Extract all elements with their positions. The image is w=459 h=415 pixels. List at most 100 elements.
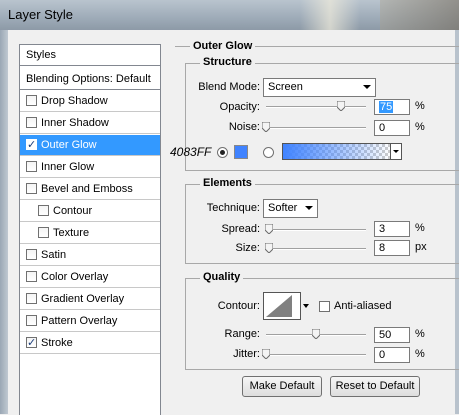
opacity-label: Opacity: bbox=[219, 101, 260, 113]
opacity-slider-track[interactable] bbox=[266, 106, 366, 108]
style-item-label: Satin bbox=[41, 249, 67, 261]
blend-mode-select[interactable]: Screen bbox=[263, 78, 376, 97]
size-input[interactable]: 8 bbox=[374, 240, 410, 256]
inner-glow-checkbox[interactable] bbox=[26, 161, 37, 172]
size-value: 8 bbox=[379, 242, 386, 254]
style-item-contour[interactable]: Contour bbox=[20, 201, 160, 222]
noise-value: 0 bbox=[379, 122, 386, 134]
title-bar-background bbox=[300, 0, 360, 30]
style-item-label: Bevel and Emboss bbox=[41, 183, 133, 195]
anti-aliased-label: Anti-aliased bbox=[334, 300, 392, 312]
contour-checkbox[interactable] bbox=[38, 205, 49, 216]
style-item-label: Drop Shadow bbox=[41, 95, 108, 107]
inner-shadow-checkbox[interactable] bbox=[26, 117, 37, 128]
jitter-unit: % bbox=[415, 348, 425, 360]
contour-label: Contour: bbox=[217, 300, 260, 312]
range-unit: % bbox=[415, 328, 425, 340]
style-item-inner-shadow[interactable]: Inner Shadow bbox=[20, 113, 160, 134]
title-bar-background-right bbox=[380, 0, 459, 30]
noise-input[interactable]: 0 bbox=[374, 120, 410, 136]
styles-header[interactable]: Styles bbox=[20, 45, 160, 66]
solid-color-radio[interactable] bbox=[217, 147, 228, 158]
spread-slider-track[interactable] bbox=[266, 229, 366, 231]
spread-label: Spread: bbox=[221, 223, 260, 235]
style-item-label: Stroke bbox=[41, 337, 73, 349]
drop-shadow-checkbox[interactable] bbox=[26, 95, 37, 106]
style-item-label: Texture bbox=[53, 227, 90, 239]
opacity-input[interactable]: 75 bbox=[374, 99, 410, 115]
style-item-bevel-and-emboss[interactable]: Bevel and Emboss bbox=[20, 179, 160, 200]
texture-checkbox[interactable] bbox=[38, 227, 49, 238]
style-item-label: Gradient Overlay bbox=[41, 293, 125, 305]
spread-slider-thumb[interactable] bbox=[265, 224, 273, 234]
styles-list: Styles Blending Options: Default Drop Sh… bbox=[19, 44, 161, 415]
quality-title: Quality bbox=[200, 271, 244, 283]
style-item-stroke[interactable]: Stroke bbox=[20, 333, 160, 354]
jitter-input[interactable]: 0 bbox=[374, 347, 410, 363]
chevron-down-icon bbox=[305, 206, 313, 210]
window-border-left bbox=[0, 30, 8, 414]
outer-glow-checkbox[interactable] bbox=[26, 135, 37, 155]
jitter-slider-thumb[interactable] bbox=[262, 349, 270, 359]
color-overlay-checkbox[interactable] bbox=[26, 271, 37, 282]
style-item-color-overlay[interactable]: Color Overlay bbox=[20, 267, 160, 288]
technique-label: Technique: bbox=[206, 202, 260, 214]
anti-aliased-checkbox[interactable] bbox=[319, 301, 330, 312]
reset-to-default-button[interactable]: Reset to Default bbox=[330, 376, 420, 397]
elements-title: Elements bbox=[200, 177, 255, 189]
blend-mode-label: Blend Mode: bbox=[198, 81, 260, 93]
range-value: 50 bbox=[379, 329, 392, 341]
range-label: Range: bbox=[224, 328, 260, 340]
size-label: Size: bbox=[235, 242, 260, 254]
jitter-label: Jitter: bbox=[233, 348, 260, 360]
size-slider-track[interactable] bbox=[266, 248, 366, 250]
style-item-label: Contour bbox=[53, 205, 93, 217]
glow-color-swatch[interactable] bbox=[234, 145, 248, 159]
opacity-value: 75 bbox=[379, 101, 394, 113]
spread-value: 3 bbox=[379, 223, 386, 235]
stroke-checkbox[interactable] bbox=[26, 333, 37, 353]
style-item-satin[interactable]: Satin bbox=[20, 245, 160, 266]
size-unit: px bbox=[415, 241, 427, 253]
chevron-down-icon bbox=[363, 85, 371, 89]
contour-picker[interactable] bbox=[263, 292, 301, 320]
style-item-inner-glow[interactable]: Inner Glow bbox=[20, 157, 160, 178]
blending-options-item[interactable]: Blending Options: Default bbox=[20, 69, 160, 90]
style-item-label: Pattern Overlay bbox=[41, 315, 118, 327]
opacity-unit: % bbox=[415, 100, 425, 112]
noise-slider-track[interactable] bbox=[266, 127, 366, 129]
contour-dropdown-arrow-icon[interactable] bbox=[303, 304, 309, 308]
gradient-radio[interactable] bbox=[263, 147, 274, 158]
noise-label: Noise: bbox=[228, 121, 260, 133]
technique-select[interactable]: Softer bbox=[263, 199, 318, 218]
opacity-slider-thumb[interactable] bbox=[337, 101, 345, 111]
range-input[interactable]: 50 bbox=[374, 327, 410, 343]
color-hex-annotation: 4083FF bbox=[170, 145, 212, 159]
bevel-and-emboss-checkbox[interactable] bbox=[26, 183, 37, 194]
gradient-picker[interactable] bbox=[282, 143, 402, 160]
structure-title: Structure bbox=[200, 56, 255, 68]
jitter-value: 0 bbox=[379, 349, 386, 361]
spread-input[interactable]: 3 bbox=[374, 221, 410, 237]
noise-slider-thumb[interactable] bbox=[262, 122, 270, 132]
style-item-gradient-overlay[interactable]: Gradient Overlay bbox=[20, 289, 160, 310]
style-item-outer-glow[interactable]: Outer Glow bbox=[20, 135, 160, 156]
satin-checkbox[interactable] bbox=[26, 249, 37, 260]
jitter-slider-track[interactable] bbox=[266, 354, 366, 356]
style-item-pattern-overlay[interactable]: Pattern Overlay bbox=[20, 311, 160, 332]
make-default-button[interactable]: Make Default bbox=[242, 376, 322, 397]
size-slider-thumb[interactable] bbox=[265, 243, 273, 253]
range-slider-thumb[interactable] bbox=[312, 329, 320, 339]
window-title: Layer Style bbox=[8, 7, 74, 22]
style-item-label: Inner Glow bbox=[41, 161, 95, 173]
outer-glow-title: Outer Glow bbox=[190, 40, 256, 52]
gradient-dropdown-button[interactable] bbox=[390, 144, 401, 159]
noise-unit: % bbox=[415, 121, 425, 133]
style-item-texture[interactable]: Texture bbox=[20, 223, 160, 244]
gradient-preview bbox=[283, 144, 391, 159]
blend-mode-value: Screen bbox=[268, 81, 303, 93]
pattern-overlay-checkbox[interactable] bbox=[26, 315, 37, 326]
technique-value: Softer bbox=[268, 202, 298, 214]
style-item-drop-shadow[interactable]: Drop Shadow bbox=[20, 91, 160, 112]
gradient-overlay-checkbox[interactable] bbox=[26, 293, 37, 304]
